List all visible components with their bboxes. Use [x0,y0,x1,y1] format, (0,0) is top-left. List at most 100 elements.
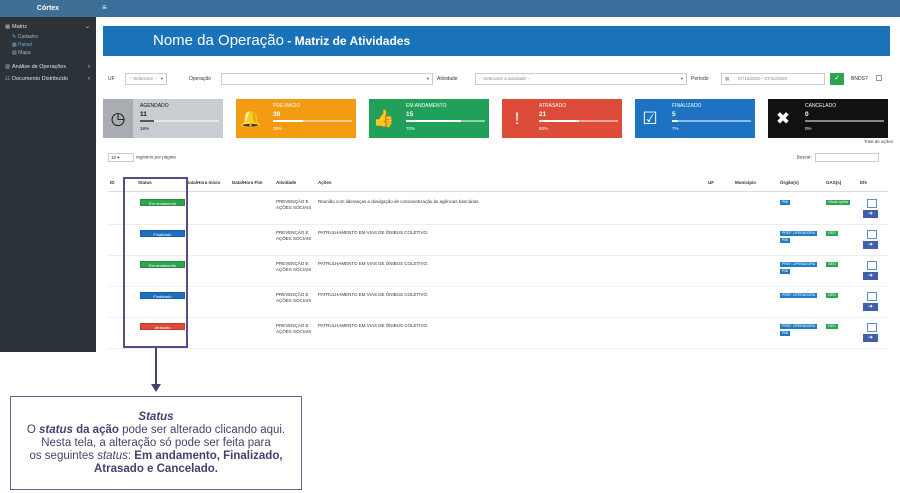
note-title: Status [138,411,174,423]
gas-tag[interactable]: GEO [826,231,838,236]
checkbox-icon: ☑ [635,99,665,138]
status-card-2[interactable]: 🔔 PRÉ-INÍCIO 38 38% [236,99,356,138]
card-percent: 18% [140,126,150,131]
edit-icon[interactable] [867,261,877,270]
orgao-tag[interactable]: PMI [780,238,791,243]
search-label: Buscar: [796,154,812,160]
arrow-right-icon[interactable]: ➜ [863,272,878,280]
card-count: 15 [406,111,414,118]
card-percent: 38% [273,126,283,131]
search-input[interactable] [815,153,879,162]
sidebar-subitem-mapa[interactable]: ▤ Mapa [0,49,96,57]
orgao-tag[interactable]: PREF. OPERADORA [780,262,818,267]
column-header[interactable]: Data/Hora Início [186,180,220,185]
gas-cell: GEO [826,323,838,329]
page-length-control: 10 ▾ registros por página [108,153,176,162]
status-card-6[interactable]: ✖ CANCELADO 0 0% [768,99,888,138]
top-navbar: ≡ [96,0,900,17]
status-card-1[interactable]: ◷ AGENDADO 11 18% [103,99,223,138]
orgaos-cell: PREF. OPERADORA PMI [780,230,818,244]
orgaos-cell: PREF. OPERADORA PMI [780,261,818,275]
card-progress [406,120,485,122]
table-search: Buscar: [797,153,879,162]
status-summary-cards: ◷ AGENDADO 11 18% 🔔 PRÉ-INÍCIO 38 38% 👍 EM… [103,99,893,139]
chart-icon: ▥ [5,64,11,70]
card-label: FINALIZADO [672,103,702,109]
arrow-right-icon[interactable]: ➜ [863,334,878,342]
status-column-highlight [123,177,188,348]
apply-filter-button[interactable]: ✓ [830,73,844,85]
column-header[interactable]: Órgão(s) [780,180,799,185]
callout-arrow-head [151,384,161,392]
status-card-5[interactable]: ☑ FINALIZADO 5 7% [635,99,755,138]
column-header[interactable]: ID [110,180,115,185]
card-progress [672,120,751,122]
column-header[interactable]: Data/Hora Fim [232,180,263,185]
sidebar-item-documento[interactable]: ☷ Documento Distribuído ‹ [0,73,96,85]
periodo-input[interactable]: ▦ 07/12/2020 - 07/12/2020 [721,73,825,85]
orgao-tag[interactable]: PREF. OPERADORA [780,324,818,329]
atividade-select[interactable]: -- Selecione a atividade -- ▾ [475,73,687,85]
status-callout-note: Status O status da ação pode ser alterad… [10,396,302,490]
table-icon: ▦ [5,24,11,30]
sidebar: Córtex ▦ Matriz ⌄ ✎ Cadastro ▦ Painel ▤ Ma… [0,0,96,352]
edit-icon[interactable] [867,292,877,301]
gas-tag[interactable]: Várias ações [826,200,851,205]
column-header[interactable]: Ações [318,180,332,185]
status-card-3[interactable]: 👍 EM ANDAMENTO 15 70% [369,99,489,138]
edit-icon[interactable] [867,199,877,208]
card-percent: 70% [406,126,416,131]
card-label: EM ANDAMENTO [406,103,447,109]
users-icon: ☷ [5,76,10,82]
caret-down-icon: ▾ [680,76,683,81]
gas-tag[interactable]: GEO [826,262,838,267]
column-header[interactable]: GAS(s) [826,180,841,185]
gas-tag[interactable]: GEO [826,324,838,329]
sidebar-subitem-cadastro[interactable]: ✎ Cadastro [0,33,96,41]
arrow-right-icon[interactable]: ➜ [863,241,878,249]
orgao-tag[interactable]: PREF. OPERADORA [780,293,818,298]
card-count: 38 [273,111,281,118]
caret-down-icon: ▾ [160,76,163,81]
edit-icon[interactable] [867,230,877,239]
table-row: Finalizado PREVENÇÃO E AÇÕES SOCIAIS PAT… [108,226,888,256]
sidebar-subitem-painel[interactable]: ▦ Painel [0,41,96,49]
table-row: Em andamento PREVENÇÃO E AÇÕES SOCIAIS R… [108,195,888,225]
calendar-icon: ▦ [725,76,730,81]
column-header[interactable]: Efe [860,180,867,185]
atividade-label: Atividade [437,76,458,82]
column-header[interactable]: Atividade [276,180,296,185]
exclamation-icon: ! [502,99,532,138]
uf-select[interactable]: -- Selecione -- ▾ [125,73,167,85]
bnds-label: BNDS? [851,76,868,82]
sidebar-item-matriz[interactable]: ▦ Matriz ⌄ [0,21,96,33]
chevron-right-icon: ‹ [88,76,90,82]
orgao-tag[interactable]: PMI [780,200,791,205]
gas-cell: Várias ações [826,199,851,205]
orgao-tag[interactable]: PMI [780,269,791,274]
edit-icon[interactable] [867,323,877,332]
arrow-right-icon[interactable]: ➜ [863,210,878,218]
bnds-checkbox[interactable] [876,75,882,81]
operation-name: Nome da Operação [153,32,284,49]
orgaos-cell: PREF. OPERADORA [780,292,818,299]
page-length-select[interactable]: 10 ▾ [108,153,134,162]
orgao-tag[interactable]: PREF. OPERADORA [780,231,818,236]
column-header[interactable]: UF [708,180,714,185]
card-count: 0 [805,111,809,118]
card-count: 5 [672,111,676,118]
hamburger-menu-icon[interactable]: ≡ [102,3,107,12]
sidebar-item-label: Matriz [12,24,27,30]
brand-logo: Córtex [0,0,96,17]
orgao-tag[interactable]: PMI [780,331,791,336]
chevron-down-icon: ⌄ [84,24,90,30]
gas-tag[interactable]: GEO [826,293,838,298]
acao-cell: PATRULHAMENTO EM VIAS DE ÔNIBUS COLETIVO… [318,261,429,266]
arrow-right-icon[interactable]: ➜ [863,303,878,311]
card-label: ATRASADO [539,103,567,109]
operacao-select[interactable]: ▾ [221,73,433,85]
column-header[interactable]: Município [735,180,756,185]
sidebar-item-analise[interactable]: ▥ Análise de Operações › [0,61,96,73]
status-card-4[interactable]: ! ATRASADO 21 50% [502,99,622,138]
card-progress [805,120,884,122]
